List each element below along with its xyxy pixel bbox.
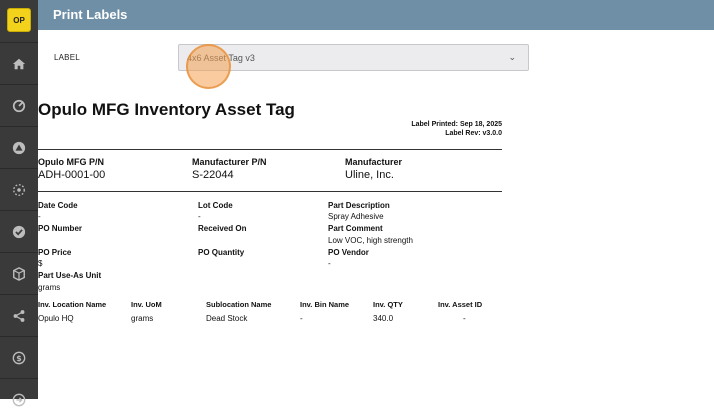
part-use-as-unit-label: Part Use-As Unit	[38, 271, 102, 280]
nav-arrow[interactable]	[0, 378, 38, 420]
nav-triangle[interactable]	[0, 126, 38, 168]
part-comment-value: Low VOC, high strength	[328, 236, 413, 245]
table-header-bin: Inv. Bin Name	[300, 300, 350, 309]
po-vendor-label: PO Vendor	[328, 248, 369, 257]
nav-check[interactable]	[0, 210, 38, 252]
label-select-caption: LABEL	[54, 53, 80, 62]
label-rev: Label Rev: v3.0.0	[445, 130, 502, 137]
table-cell-qty: 340.0	[373, 314, 394, 323]
received-on-label: Received On	[198, 224, 247, 233]
part-use-as-unit-value: grams	[38, 283, 61, 292]
mfg-pn-label: Opulo MFG P/N	[38, 157, 104, 167]
label-printed: Label Printed: Sep 18, 2025	[411, 121, 502, 128]
triangle-icon	[12, 141, 26, 154]
top-bar: Print Labels	[38, 0, 714, 30]
sidebar: OP $	[0, 0, 38, 406]
divider-middle	[38, 191, 502, 192]
manufacturer-pn-value: S-22044	[192, 169, 234, 181]
table-header-qty: Inv. QTY	[373, 300, 403, 309]
page-title: Print Labels	[53, 7, 128, 22]
dollar-icon: $	[12, 351, 26, 364]
divider-top	[38, 149, 502, 150]
table-header-asset-id: Inv. Asset ID	[438, 300, 483, 309]
nav-network[interactable]	[0, 168, 38, 210]
date-code-value: -	[38, 212, 41, 221]
po-number-label: PO Number	[38, 224, 83, 233]
nav-box[interactable]	[0, 252, 38, 294]
table-cell-sublocation: Dead Stock	[206, 314, 248, 323]
nav-speed[interactable]	[0, 84, 38, 126]
click-indicator	[186, 44, 231, 89]
lot-code-value: -	[198, 212, 201, 221]
network-icon	[13, 183, 25, 196]
part-description-label: Part Description	[328, 201, 390, 210]
date-code-label: Date Code	[38, 201, 78, 210]
box-icon	[13, 266, 25, 281]
arrow-circle-icon	[12, 393, 26, 406]
share-icon	[13, 309, 25, 322]
check-circle-icon	[12, 225, 26, 238]
chevron-down-icon: ⌄	[508, 52, 516, 62]
svg-text:$: $	[16, 354, 21, 363]
gauge-icon	[12, 99, 26, 112]
manufacturer-label: Manufacturer	[345, 157, 403, 167]
table-header-sublocation: Sublocation Name	[206, 300, 272, 309]
po-price-label: PO Price	[38, 248, 72, 257]
manufacturer-pn-label: Manufacturer P/N	[192, 157, 267, 167]
po-vendor-value: -	[328, 259, 331, 268]
table-cell-location: Opulo HQ	[38, 314, 74, 323]
tag-title: Opulo MFG Inventory Asset Tag	[38, 100, 295, 119]
po-price-value: $	[38, 259, 43, 268]
nav-share[interactable]	[0, 294, 38, 336]
manufacturer-value: Uline, Inc.	[345, 169, 394, 181]
table-header-location: Inv. Location Name	[38, 300, 107, 309]
mfg-pn-value: ADH-0001-00	[38, 169, 106, 181]
po-quantity-label: PO Quantity	[198, 248, 245, 257]
table-cell-uom: grams	[131, 314, 154, 323]
table-cell-bin: -	[300, 314, 303, 323]
nav-home[interactable]	[0, 42, 38, 84]
part-comment-label: Part Comment	[328, 224, 383, 233]
part-description-value: Spray Adhesive	[328, 212, 384, 221]
app-logo[interactable]: OP	[7, 8, 31, 32]
nav-dollar[interactable]: $	[0, 336, 38, 378]
home-icon	[12, 58, 26, 69]
table-header-uom: Inv. UoM	[131, 300, 162, 309]
table-cell-asset-id: -	[463, 314, 466, 323]
lot-code-label: Lot Code	[198, 201, 233, 210]
